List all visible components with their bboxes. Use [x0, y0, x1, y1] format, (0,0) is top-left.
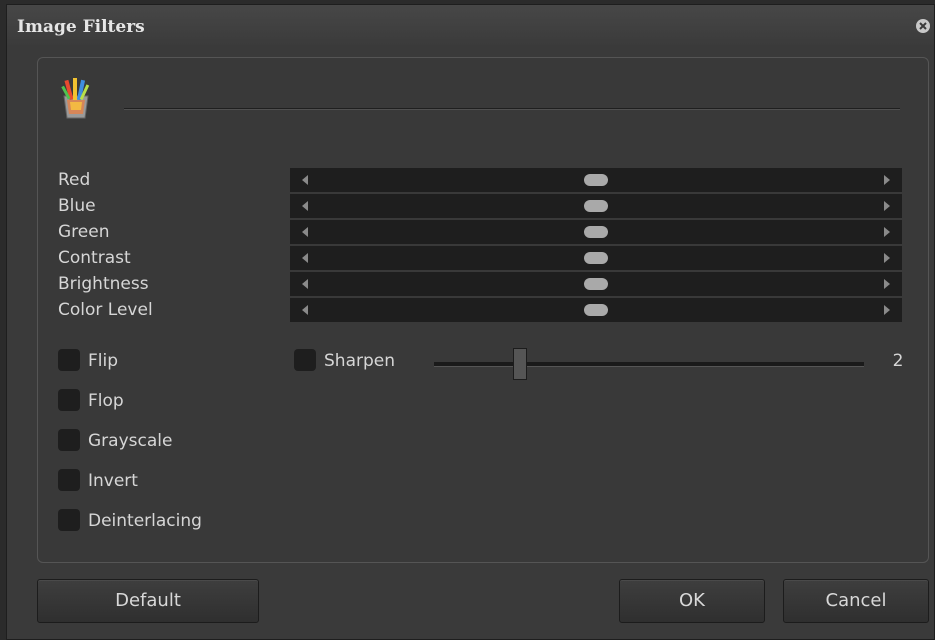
- deinterlacing-checkbox[interactable]: [58, 509, 80, 531]
- green-label: Green: [58, 222, 110, 242]
- slider-thumb[interactable]: [584, 278, 608, 290]
- scroll-right-icon[interactable]: [884, 201, 890, 211]
- brightness-slider[interactable]: [290, 272, 902, 296]
- color-level-slider[interactable]: [290, 298, 902, 322]
- image-filters-dialog: Image Filters Red Blue Green Contrast Br…: [6, 4, 935, 640]
- slider-thumb[interactable]: [584, 304, 608, 316]
- red-slider[interactable]: [290, 168, 902, 192]
- invert-checkbox[interactable]: [58, 469, 80, 491]
- contrast-label: Contrast: [58, 248, 131, 268]
- brushes-cup-icon: [61, 78, 90, 119]
- filters-panel: Red Blue Green Contrast Brightness Color…: [37, 57, 929, 563]
- sharpen-slider-handle[interactable]: [513, 348, 527, 380]
- scroll-right-icon[interactable]: [884, 305, 890, 315]
- invert-label: Invert: [88, 471, 138, 491]
- flip-label: Flip: [88, 351, 119, 371]
- close-icon[interactable]: [916, 19, 930, 33]
- flop-checkbox[interactable]: [58, 389, 80, 411]
- scroll-right-icon[interactable]: [884, 279, 890, 289]
- scroll-left-icon[interactable]: [302, 175, 308, 185]
- slider-thumb[interactable]: [584, 174, 608, 186]
- grayscale-checkbox[interactable]: [58, 429, 80, 451]
- slider-thumb[interactable]: [584, 226, 608, 238]
- red-label: Red: [58, 170, 91, 190]
- grayscale-label: Grayscale: [88, 431, 173, 451]
- slider-thumb[interactable]: [584, 252, 608, 264]
- scroll-right-icon[interactable]: [884, 175, 890, 185]
- scroll-left-icon[interactable]: [302, 201, 308, 211]
- cancel-button[interactable]: Cancel: [783, 579, 929, 623]
- deinterlacing-label: Deinterlacing: [88, 511, 202, 531]
- blue-label: Blue: [58, 196, 96, 216]
- sharpen-checkbox[interactable]: [294, 349, 316, 371]
- color-level-label: Color Level: [58, 300, 153, 320]
- scroll-left-icon[interactable]: [302, 227, 308, 237]
- blue-slider[interactable]: [290, 194, 902, 218]
- brightness-label: Brightness: [58, 274, 149, 294]
- scroll-right-icon[interactable]: [884, 227, 890, 237]
- contrast-slider[interactable]: [290, 246, 902, 270]
- ok-button[interactable]: OK: [619, 579, 765, 623]
- sharpen-value: 2: [892, 351, 904, 371]
- title-bar[interactable]: Image Filters: [7, 5, 934, 45]
- default-button[interactable]: Default: [37, 579, 259, 623]
- flop-label: Flop: [88, 391, 124, 411]
- scroll-left-icon[interactable]: [302, 305, 308, 315]
- scroll-left-icon[interactable]: [302, 279, 308, 289]
- slider-thumb[interactable]: [584, 200, 608, 212]
- flip-checkbox[interactable]: [58, 349, 80, 371]
- dialog-title: Image Filters: [17, 17, 145, 37]
- header-divider: [124, 108, 900, 110]
- sharpen-slider-track[interactable]: [434, 362, 864, 367]
- scroll-left-icon[interactable]: [302, 253, 308, 263]
- sharpen-label: Sharpen: [324, 351, 395, 371]
- green-slider[interactable]: [290, 220, 902, 244]
- scroll-right-icon[interactable]: [884, 253, 890, 263]
